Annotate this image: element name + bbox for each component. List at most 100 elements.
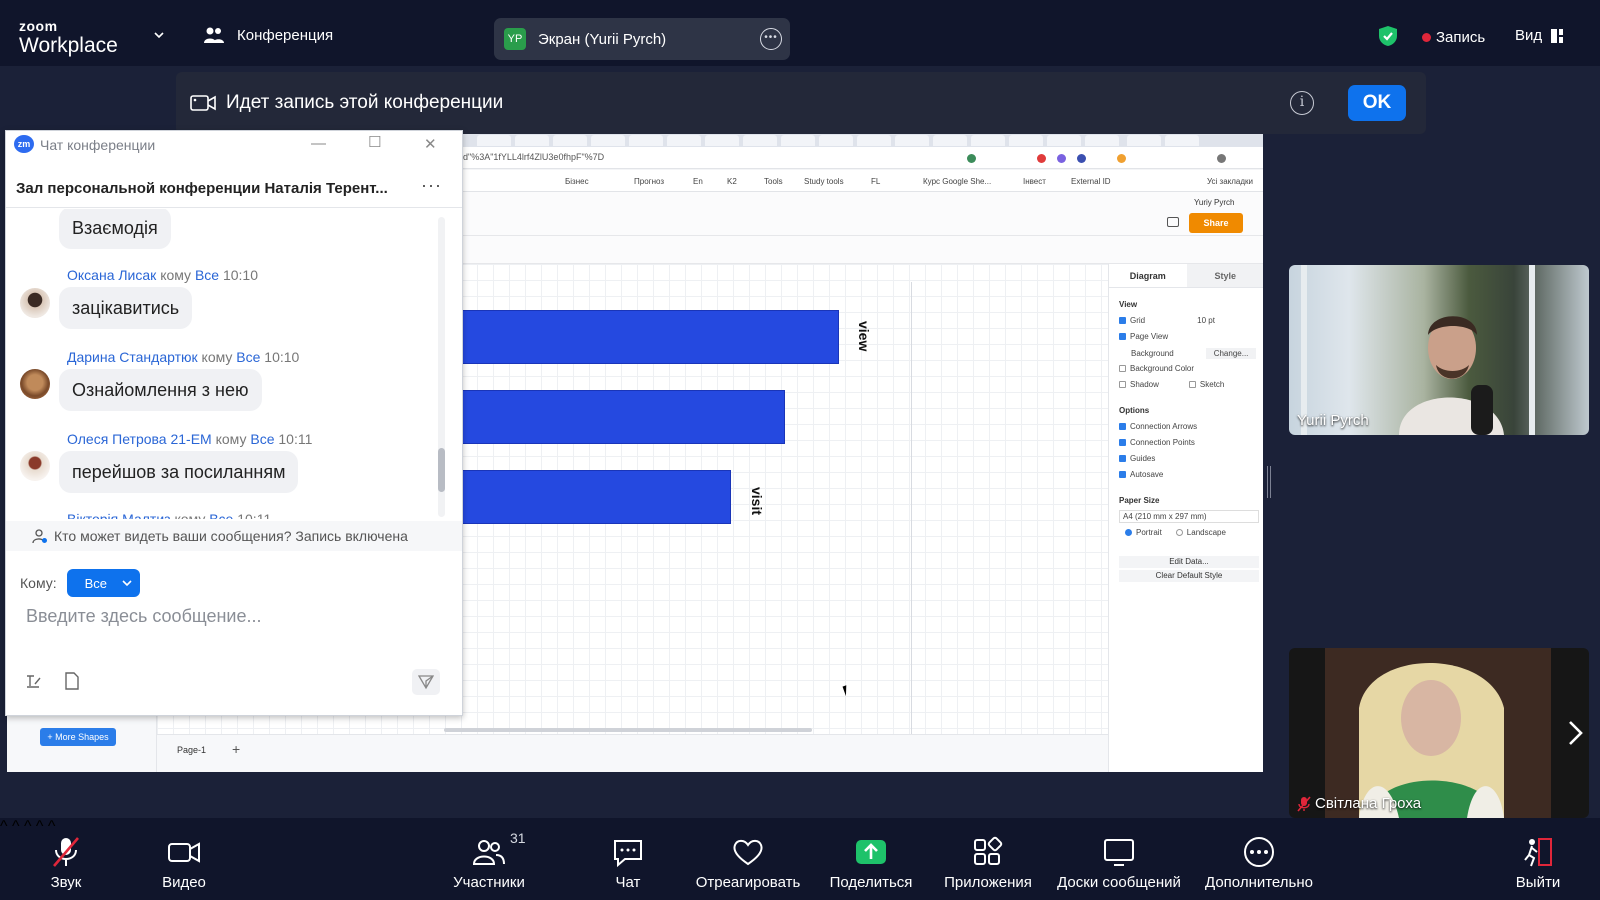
page-tab[interactable]: Page-1	[177, 745, 206, 755]
bookmark-item[interactable]: Study tools	[804, 177, 844, 186]
more-shapes-button[interactable]: + More Shapes	[40, 728, 116, 746]
drawio-user-name[interactable]: Yuriy Pyrch	[1194, 198, 1234, 207]
checkbox-checked[interactable]	[1119, 455, 1126, 462]
more-button[interactable]: Дополнительно	[1200, 818, 1318, 900]
comment-icon[interactable]	[1167, 217, 1179, 227]
connection-arrows-option[interactable]: Connection Arrows	[1119, 422, 1197, 431]
bookmark-item[interactable]: En	[693, 177, 703, 186]
shield-check-icon[interactable]	[1378, 25, 1398, 47]
recipient-dropdown[interactable]: Все	[66, 569, 140, 597]
change-background-button[interactable]: Change...	[1205, 348, 1257, 359]
ok-button[interactable]: OK	[1348, 85, 1406, 121]
whiteboards-button[interactable]: Доски сообщений	[1052, 818, 1186, 900]
drawio-share-button[interactable]: Share	[1189, 213, 1243, 233]
sender-name[interactable]: Оксана Лисак	[67, 267, 156, 283]
radio-selected[interactable]	[1125, 529, 1132, 536]
leave-button[interactable]: Выйти	[1510, 818, 1566, 900]
send-button[interactable]	[412, 669, 440, 695]
bookmark-item[interactable]: Прогноз	[634, 177, 664, 186]
profile-avatar[interactable]	[1217, 154, 1226, 163]
bookmark-item[interactable]: Інвест	[1023, 177, 1046, 186]
chart-label-view[interactable]: view	[856, 321, 872, 351]
sender-name[interactable]: Олеся Петрова 21-ЕМ	[67, 431, 212, 447]
recipient-name[interactable]: Все	[250, 431, 274, 447]
audio-button[interactable]: Звук	[38, 818, 94, 900]
view-button[interactable]: Вид	[1515, 27, 1564, 44]
apps-button[interactable]: Приложения	[941, 818, 1035, 900]
extension-icon[interactable]	[1077, 154, 1086, 163]
bookmark-item[interactable]: Курс Google She...	[923, 177, 991, 186]
screen-share-indicator[interactable]: YP Экран (Yurii Pyrch) •••	[494, 18, 790, 60]
radio-unselected[interactable]	[1175, 529, 1183, 536]
bookmark-item[interactable]: Усі закладки	[1207, 177, 1253, 186]
checkbox-unchecked[interactable]	[1188, 381, 1196, 388]
message-bubble[interactable]: Взаємодія	[59, 209, 171, 249]
video-tile-svitlana[interactable]: Світлана Гроха	[1289, 648, 1589, 818]
checkbox-checked[interactable]	[1119, 317, 1126, 324]
paper-size-select[interactable]: A4 (210 mm x 297 mm)	[1119, 510, 1259, 523]
checkbox-checked[interactable]	[1119, 333, 1126, 340]
chevron-down-icon[interactable]	[154, 30, 164, 40]
checkbox-checked[interactable]	[1119, 471, 1126, 478]
bookmark-item[interactable]: External ID	[1071, 177, 1111, 186]
bookmark-item[interactable]: Бізнес	[565, 177, 589, 186]
avatar[interactable]	[20, 451, 50, 481]
bookmark-item[interactable]: K2	[727, 177, 737, 186]
guides-option[interactable]: Guides	[1119, 454, 1155, 463]
checkbox-checked[interactable]	[1119, 439, 1126, 446]
extension-icon[interactable]	[1037, 154, 1046, 163]
grid-option[interactable]: Grid 10 pt	[1119, 316, 1215, 325]
grid-size-value[interactable]: 10 pt	[1197, 316, 1215, 325]
page-view-option[interactable]: Page View	[1119, 332, 1168, 341]
recording-indicator[interactable]: Запись	[1422, 29, 1485, 46]
extension-icon[interactable]	[1117, 154, 1126, 163]
bookmark-item[interactable]: Tools	[764, 177, 783, 186]
checkbox-unchecked[interactable]	[1119, 365, 1126, 372]
message-input[interactable]: Введите здесь сообщение...	[26, 606, 262, 627]
video-button[interactable]: Видео	[152, 818, 216, 900]
info-icon[interactable]: i	[1290, 91, 1314, 115]
chevron-up-icon[interactable]: ^	[24, 818, 32, 835]
chat-scrollbar[interactable]	[438, 448, 445, 492]
react-button[interactable]: Отреагировать	[692, 818, 804, 900]
chevron-up-icon[interactable]: ^	[0, 818, 8, 835]
close-icon[interactable]: ✕	[424, 135, 437, 153]
avatar[interactable]	[20, 369, 50, 399]
chart-label-visit[interactable]: visit	[749, 487, 765, 515]
checkbox-unchecked[interactable]	[1119, 381, 1126, 388]
add-page-icon[interactable]: +	[232, 741, 240, 757]
privacy-notice[interactable]: Кто может видеть ваши сообщения? Запись …	[6, 521, 462, 551]
message-bubble[interactable]: перейшов за посиланням	[59, 451, 299, 493]
file-icon[interactable]	[64, 672, 80, 690]
clear-default-style-button[interactable]: Clear Default Style	[1119, 570, 1259, 582]
autosave-option[interactable]: Autosave	[1119, 470, 1163, 479]
extension-icon[interactable]	[1057, 154, 1066, 163]
sender-name[interactable]: Вікторія Малтиз	[67, 511, 171, 519]
message-list[interactable]: Взаємодія Оксана Лисак кому Все 10:10 за…	[6, 209, 462, 519]
bookmark-item[interactable]: FL	[871, 177, 880, 186]
avatar[interactable]	[20, 288, 50, 318]
connection-points-option[interactable]: Connection Points	[1119, 438, 1195, 447]
sender-name[interactable]: Дарина Стандартюк	[67, 349, 198, 365]
chevron-up-icon[interactable]: ^	[12, 818, 20, 835]
tab-diagram[interactable]: Diagram	[1109, 264, 1187, 287]
video-tile-yurii[interactable]: Yurii Pyrch	[1289, 265, 1589, 435]
minimize-icon[interactable]: —	[311, 135, 326, 152]
maximize-icon[interactable]: ☐	[368, 133, 381, 151]
chevron-right-icon[interactable]	[1566, 720, 1584, 746]
format-text-icon[interactable]	[24, 672, 42, 690]
share-screen-button[interactable]: Поделиться	[826, 818, 916, 900]
panel-resize-handle[interactable]	[1267, 466, 1271, 498]
recipient-name[interactable]: Все	[195, 267, 219, 283]
conference-button[interactable]: Конференция	[203, 26, 333, 44]
shadow-option[interactable]: Shadow Sketch	[1119, 380, 1224, 389]
edit-data-button[interactable]: Edit Data...	[1119, 556, 1259, 568]
recipient-name[interactable]: Все	[209, 511, 233, 519]
background-color-option[interactable]: Background Color	[1119, 364, 1194, 373]
chat-button[interactable]: Чат	[605, 818, 651, 900]
checkbox-checked[interactable]	[1119, 423, 1126, 430]
message-bubble[interactable]: зацікавитись	[59, 287, 193, 329]
more-options-icon[interactable]: •••	[760, 28, 782, 50]
canvas-scrollbar[interactable]	[444, 728, 812, 732]
chat-more-button[interactable]: ···	[421, 175, 442, 196]
